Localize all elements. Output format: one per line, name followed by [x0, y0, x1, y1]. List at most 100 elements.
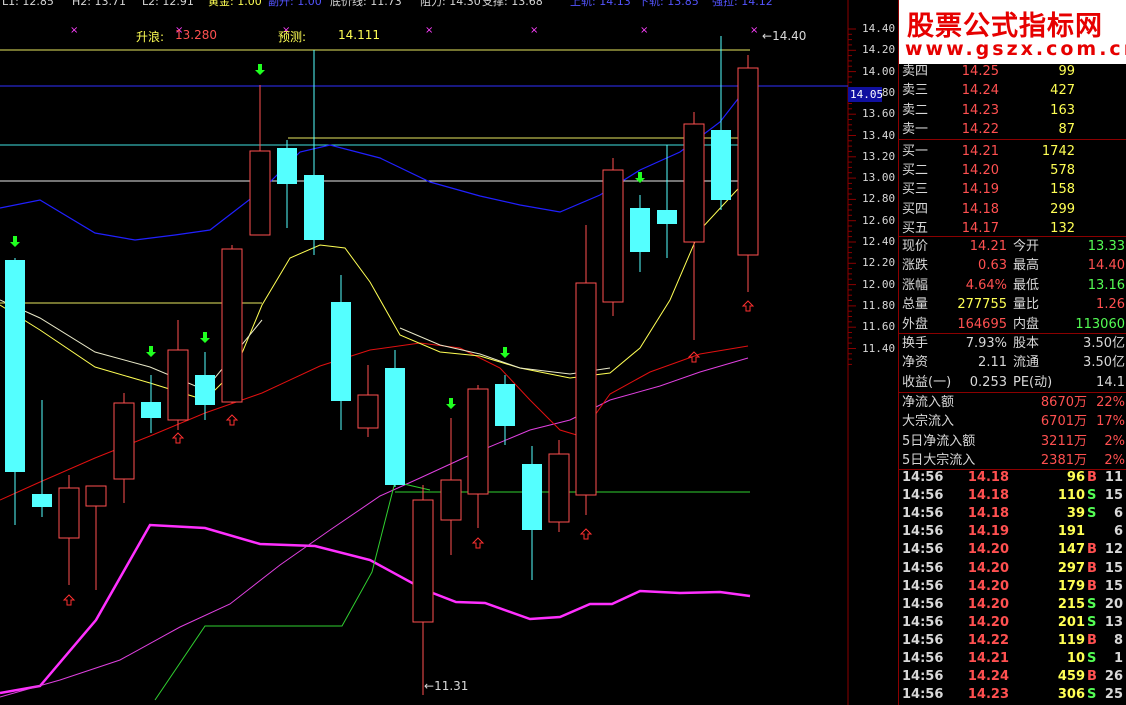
- axis-tick-label: 11.60: [862, 320, 896, 334]
- flow-pct: 2%: [1104, 433, 1125, 449]
- low-marker-label: ←11.31: [424, 679, 469, 693]
- trade-row: 14:56 14.22 119 B 8: [899, 632, 1126, 650]
- order-volume: 1742: [1041, 143, 1075, 159]
- trade-price: 14.20: [967, 542, 1009, 558]
- signal-marker: ×: [70, 25, 78, 36]
- flow-pct: 22%: [1096, 395, 1125, 410]
- candle-down: [304, 175, 324, 240]
- quote-label: 今开: [1013, 239, 1040, 254]
- quote-value: 13.33: [1087, 239, 1125, 254]
- fund-row: 换手 7.93% 股本 3.50亿: [899, 335, 1126, 353]
- status-item: L1: 12.85: [2, 0, 54, 8]
- trade-row: 14:56 14.23 306 S 25: [899, 686, 1126, 704]
- signal-marker: ×: [750, 25, 758, 36]
- trade-volume: 201: [1057, 614, 1085, 630]
- trade-row: 14:56 14.18 110 S 15: [899, 487, 1126, 505]
- trade-volume: 110: [1057, 488, 1085, 504]
- trade-volume: 297: [1057, 560, 1085, 576]
- flow-row: 5日净流入额 3211万 2%: [899, 433, 1126, 451]
- trade-row: 14:56 14.20 147 B 12: [899, 541, 1126, 559]
- status-item: 下轨: 13.85: [638, 0, 699, 8]
- axis-tick-label: 13.00: [862, 171, 896, 185]
- trade-side: S: [1087, 488, 1097, 504]
- trade-side: B: [1087, 560, 1097, 576]
- kline-chart[interactable]: × × × × × × ×: [0, 0, 898, 705]
- trade-side: S: [1087, 651, 1097, 666]
- order-row: 卖二 14.23 163: [899, 102, 1126, 120]
- flow-value: 8670万: [1040, 395, 1087, 410]
- signal-marker: ×: [530, 25, 538, 36]
- axis-tick-label: 13.40: [862, 128, 896, 142]
- candle-down: [32, 494, 52, 507]
- candle-up: [602, 169, 624, 303]
- candle-up: [357, 394, 379, 429]
- flow-label: 大宗流入: [902, 414, 955, 430]
- candle-up: [737, 67, 759, 256]
- high-marker-label: ←14.40: [762, 29, 807, 43]
- trade-count: 13: [1104, 614, 1123, 630]
- quote-label: 涨幅: [902, 277, 929, 293]
- axis-tick-label: 14.40: [862, 22, 896, 35]
- trade-side: B: [1087, 578, 1097, 594]
- candle-down: [277, 148, 297, 184]
- quote-row: 涨幅 4.64% 最低 13.16: [899, 277, 1126, 295]
- order-label: 买二: [902, 163, 929, 178]
- candle-down: [630, 208, 650, 252]
- quote-label: 最高: [1013, 258, 1040, 274]
- trade-volume: 96: [1066, 470, 1085, 485]
- order-row: 卖三 14.24 427: [899, 82, 1126, 100]
- axis-tick-label: 12.00: [862, 277, 896, 291]
- trade-row: 14:56 14.18 96 B 11: [899, 469, 1126, 487]
- trade-time: 14:56: [902, 488, 944, 504]
- order-volume: 299: [1050, 201, 1075, 217]
- candle-down: [522, 464, 542, 530]
- flow-row: 净流入额 8670万 22%: [899, 394, 1126, 412]
- quote-value: 13.16: [1087, 277, 1125, 293]
- trade-side: B: [1087, 542, 1097, 558]
- trade-count: 20: [1104, 596, 1123, 612]
- quote-label: 涨跌: [902, 258, 929, 274]
- trade-price: 14.21: [967, 651, 1009, 666]
- order-row: 买四 14.18 299: [899, 201, 1126, 219]
- order-volume: 163: [1050, 102, 1075, 118]
- fund-row: 净资 2.11 流通 3.50亿: [899, 354, 1126, 372]
- fund-label: 收益(一): [902, 374, 952, 390]
- axis-tick-label: 11.80: [862, 298, 896, 312]
- status-item: 强拉: 14.12: [712, 0, 773, 8]
- quote-row: 涨跌 0.63 最高 14.40: [899, 257, 1126, 275]
- trade-price: 14.20: [967, 560, 1009, 576]
- trade-side: B: [1087, 632, 1097, 648]
- order-volume: 427: [1050, 83, 1075, 99]
- order-row: 买一 14.21 1742: [899, 143, 1126, 161]
- order-price: 14.24: [961, 83, 999, 99]
- candle-down: [711, 130, 731, 200]
- trade-price: 14.18: [967, 506, 1009, 522]
- divider: [899, 392, 1126, 393]
- trade-volume: 39: [1066, 506, 1085, 522]
- axis-tick-label: 13.20: [862, 149, 896, 163]
- trade-row: 14:56 14.20 215 S 20: [899, 596, 1126, 614]
- order-volume: 99: [1058, 64, 1075, 79]
- trade-row: 14:56 14.19 191 6: [899, 523, 1126, 541]
- signal-marker: ×: [425, 25, 433, 36]
- fund-label: 换手: [902, 336, 929, 351]
- fund-row: 收益(一) 0.253 PE(动) 14.1: [899, 374, 1126, 392]
- trade-price: 14.20: [967, 578, 1009, 594]
- fund-value: 7.93%: [965, 336, 1007, 351]
- flow-value: 3211万: [1040, 433, 1087, 449]
- trade-price: 14.23: [967, 687, 1009, 703]
- fund-label: PE(动): [1013, 374, 1053, 390]
- candle-down: [141, 402, 161, 418]
- axis-tick-label: 11.40: [862, 341, 896, 355]
- quote-label: 总量: [902, 297, 929, 313]
- trade-time: 14:56: [902, 614, 944, 630]
- candle-up: [85, 485, 107, 507]
- flow-pct: 17%: [1096, 414, 1125, 430]
- divider: [899, 236, 1126, 237]
- order-label: 买一: [902, 143, 929, 159]
- quote-panel: 股票公式指标网 www.gszx.com.cn 卖四 14.25 99 卖三 14.24…: [898, 0, 1126, 705]
- axis-tick-label: 13.60: [862, 107, 896, 121]
- quote-row: 外盘 164695 内盘 113060: [899, 316, 1126, 334]
- quote-value: 4.64%: [965, 277, 1007, 293]
- candle-down: [5, 260, 25, 472]
